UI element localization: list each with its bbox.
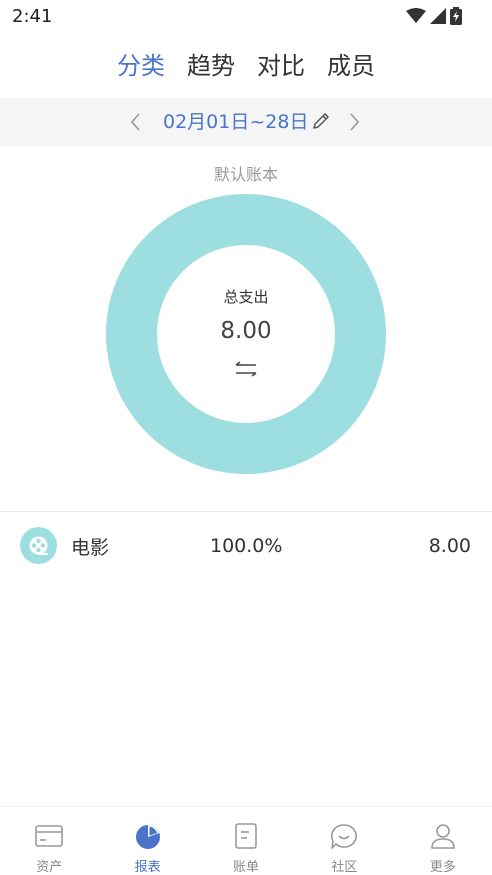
divider: [0, 511, 492, 512]
date-bar: 02月01日~28日: [0, 98, 492, 146]
tab-members[interactable]: 成员: [327, 44, 375, 88]
nav-bills[interactable]: 账单: [197, 807, 295, 875]
pie-chart-icon: [135, 825, 160, 849]
date-range[interactable]: 02月01日~28日: [163, 109, 308, 135]
film-reel-icon: [20, 527, 57, 564]
status-time: 2:41: [12, 6, 53, 27]
status-icons: [406, 7, 462, 25]
nav-assets-label: 资产: [36, 860, 63, 875]
bottom-nav: 资产 报表 账单 社区 更多: [0, 806, 492, 875]
total-expense-label: 总支出: [223, 288, 269, 306]
category-percent: 100.0%: [210, 535, 283, 557]
donut-center: 总支出 8.00: [106, 194, 386, 474]
nav-community[interactable]: 社区: [295, 807, 393, 875]
nav-more-label: 更多: [429, 860, 456, 875]
category-row[interactable]: 电影 100.0% 8.00: [0, 520, 492, 574]
swap-icon[interactable]: [233, 360, 259, 378]
nav-community-label: 社区: [331, 860, 358, 875]
category-name: 电影: [71, 537, 110, 559]
nav-reports-label: 报表: [134, 860, 161, 875]
chat-icon: [331, 824, 358, 849]
bill-icon: [235, 823, 257, 849]
chevron-left-icon[interactable]: [124, 110, 148, 134]
report-tabs: 分类 趋势 对比 成员: [0, 44, 492, 88]
nav-bills-label: 账单: [233, 860, 260, 875]
expense-donut-chart: 总支出 8.00: [106, 194, 386, 474]
tab-compare[interactable]: 对比: [257, 44, 305, 88]
nav-assets[interactable]: 资产: [0, 807, 98, 875]
book-name: 默认账本: [213, 165, 278, 184]
user-icon: [431, 824, 455, 849]
nav-reports[interactable]: 报表: [98, 807, 196, 875]
status-bar: 2:41: [0, 0, 492, 34]
category-amount: 8.00: [428, 535, 471, 557]
pencil-icon[interactable]: [310, 110, 332, 132]
tab-category[interactable]: 分类: [117, 44, 165, 88]
tab-trend[interactable]: 趋势: [187, 44, 235, 88]
total-expense-value: 8.00: [220, 318, 272, 344]
nav-more[interactable]: 更多: [394, 807, 492, 875]
wifi-icon: [406, 8, 426, 23]
card-icon: [35, 825, 64, 847]
signal-icon: [430, 8, 446, 24]
chevron-right-icon[interactable]: [342, 110, 366, 134]
battery-icon: [450, 7, 462, 25]
